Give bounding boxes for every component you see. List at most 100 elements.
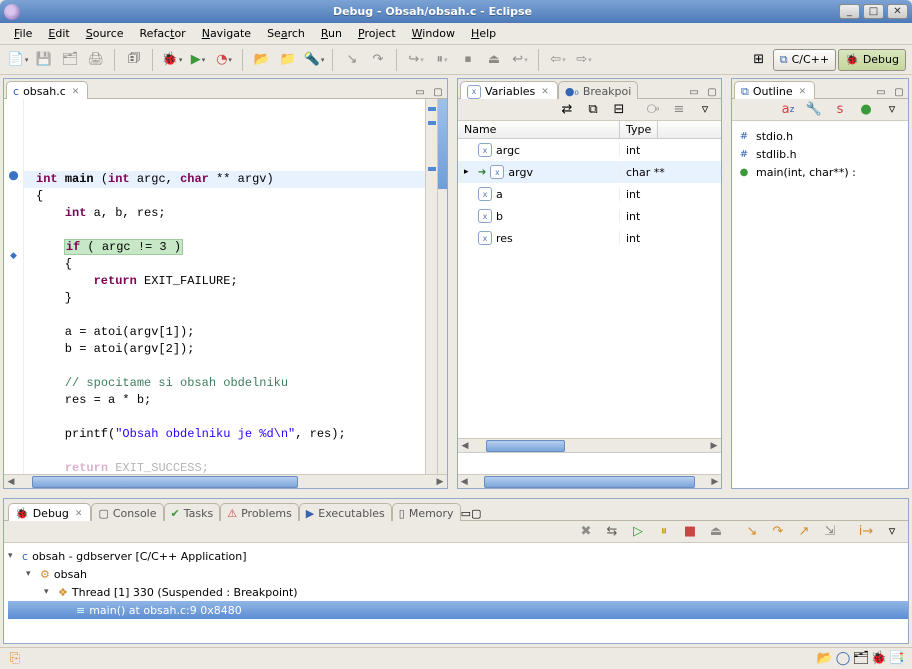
editor-maximize-icon[interactable]: ▢ xyxy=(429,87,447,98)
suspend-button[interactable]: ⏸ xyxy=(430,48,454,72)
perspective-debug[interactable]: 🐞Debug xyxy=(838,49,906,71)
outline-item[interactable]: #stdlib.h xyxy=(738,145,856,163)
tab-debug[interactable]: 🐞Debug✕ xyxy=(8,503,91,521)
menu-edit[interactable]: Edit xyxy=(40,24,77,43)
tab-outline-close-icon[interactable]: ✕ xyxy=(797,87,809,97)
instruction-step-button[interactable]: i→ xyxy=(854,520,878,544)
editor-hscrollbar[interactable]: ◀▶ xyxy=(4,474,447,488)
resume-debug-button[interactable]: ▷ xyxy=(626,520,650,544)
step-return-button2[interactable]: ↗ xyxy=(792,520,816,544)
drop-to-frame-button[interactable]: ⇲ xyxy=(818,520,842,544)
toggle-breakpoint-button[interactable]: 🗊 xyxy=(122,48,146,72)
tab-tasks[interactable]: ✔Tasks xyxy=(164,503,221,521)
menu-run[interactable]: Run xyxy=(313,24,350,43)
variable-row[interactable]: xargcint xyxy=(458,139,721,161)
close-button[interactable]: ✕ xyxy=(887,4,908,19)
editor-tab-close-icon[interactable]: ✕ xyxy=(70,87,82,97)
debug-thread-row[interactable]: ▾❖Thread [1] 330 (Suspended : Breakpoint… xyxy=(8,583,908,601)
variables-hscrollbar[interactable]: ◀▶ xyxy=(458,438,721,452)
variable-row[interactable]: xbint xyxy=(458,205,721,227)
back-button[interactable]: ⇦ xyxy=(546,48,570,72)
vars-tool-5[interactable]: ≡ xyxy=(667,98,691,122)
variables-maximize-icon[interactable]: ▢ xyxy=(703,87,721,98)
profile-button[interactable]: ◔ xyxy=(212,48,236,72)
perspective-cpp[interactable]: ⧉C/C++ xyxy=(773,49,836,71)
editor-gutter[interactable]: ⬤ ◆ xyxy=(4,99,24,474)
menu-file[interactable]: File xyxy=(6,24,40,43)
col-type[interactable]: Type xyxy=(620,121,658,138)
status-icon-2[interactable]: ◯ xyxy=(834,651,852,666)
tab-executables[interactable]: ▶Executables xyxy=(299,503,392,521)
save-all-button[interactable]: 🗂 xyxy=(58,48,82,72)
status-icon-4[interactable]: 🐞 xyxy=(870,651,888,666)
variable-row[interactable]: xresint xyxy=(458,227,721,249)
open-element-button[interactable]: 📁 xyxy=(276,48,300,72)
search-button[interactable]: 🔦 xyxy=(302,48,326,72)
hide-fields-button[interactable]: 🔧 xyxy=(802,98,826,122)
collapse-all-button[interactable]: ⧉ xyxy=(581,98,605,122)
terminate-debug-button[interactable]: ■ xyxy=(678,520,702,544)
open-type-button[interactable]: 📂 xyxy=(250,48,274,72)
menu-help[interactable]: Help xyxy=(463,24,504,43)
detail-hscrollbar[interactable]: ◀▶ xyxy=(458,474,721,488)
variable-row[interactable]: xaint xyxy=(458,183,721,205)
variable-row[interactable]: ▸➔xargvchar ** xyxy=(458,161,721,183)
vars-tool-4[interactable]: ⧂ xyxy=(641,98,665,122)
step-into-button2[interactable]: ↘ xyxy=(740,520,764,544)
outline-item[interactable]: ●main(int, char**) : xyxy=(738,163,856,181)
debug-button[interactable]: 🐞 xyxy=(160,48,184,72)
tab-variables[interactable]: x Variables ✕ xyxy=(460,81,558,99)
editor-tab-obsah[interactable]: c obsah.c ✕ xyxy=(6,81,88,99)
outline-item[interactable]: #stdio.h xyxy=(738,127,856,145)
remove-terminated-button[interactable]: ✖ xyxy=(574,520,598,544)
tab-breakpoints[interactable]: ●₀ Breakpoi xyxy=(558,81,639,99)
variables-body[interactable]: xargcint▸➔xargvchar **xaintxbintxresint xyxy=(458,139,721,438)
tab-outline[interactable]: ⧉ Outline ✕ xyxy=(734,81,815,99)
breakpoint-marker-icon[interactable]: ⬤ xyxy=(4,171,23,181)
run-button[interactable]: ▶ xyxy=(186,48,210,72)
disconnect-button[interactable]: ⏏ xyxy=(482,48,506,72)
menu-source[interactable]: Source xyxy=(78,24,132,43)
terminate-button[interactable]: ⏹ xyxy=(456,48,480,72)
sort-button[interactable]: az xyxy=(776,98,800,122)
tab-problems[interactable]: ⚠Problems xyxy=(220,503,299,521)
status-icon-1[interactable]: 📂 xyxy=(816,651,834,666)
col-name[interactable]: Name xyxy=(458,121,620,138)
debug-minimize-icon[interactable]: ▭ xyxy=(461,507,471,520)
debug-frame-row[interactable]: ≡main() at obsah.c:9 0x8480 xyxy=(8,601,908,619)
save-button[interactable]: 💾 xyxy=(32,48,56,72)
step-over-button[interactable]: ↷ xyxy=(366,48,390,72)
menu-search[interactable]: Search xyxy=(259,24,313,43)
step-return-button[interactable]: ↩ xyxy=(508,48,532,72)
outline-maximize-icon[interactable]: ▢ xyxy=(890,87,908,98)
print-button[interactable]: 🖨 xyxy=(84,48,108,72)
resume-button[interactable]: ↪ xyxy=(404,48,428,72)
tab-console[interactable]: ▢Console xyxy=(91,503,163,521)
outline-menu-icon[interactable]: ▿ xyxy=(880,98,904,122)
status-icon-5[interactable]: 📑 xyxy=(888,651,906,666)
outline-body[interactable]: #stdio.h#stdlib.h●main(int, char**) : xyxy=(732,121,862,488)
forward-button[interactable]: ⇨ xyxy=(572,48,596,72)
variables-minimize-icon[interactable]: ▭ xyxy=(685,87,703,98)
minimize-button[interactable]: _ xyxy=(839,4,860,19)
debug-process-row[interactable]: ▾⚙obsah xyxy=(8,565,908,583)
maximize-button[interactable]: □ xyxy=(863,4,884,19)
tab-debug-close-icon[interactable]: ✕ xyxy=(73,509,85,519)
menu-refactor[interactable]: Refactor xyxy=(132,24,194,43)
status-icon-3[interactable]: 🗂 xyxy=(852,651,870,666)
status-left-icon[interactable]: ⎘ xyxy=(6,651,24,666)
tab-memory[interactable]: ▯Memory xyxy=(392,503,461,521)
menu-window[interactable]: Window xyxy=(404,24,463,43)
step-over-button2[interactable]: ↷ xyxy=(766,520,790,544)
new-button[interactable]: 📄 xyxy=(6,48,30,72)
menu-project[interactable]: Project xyxy=(350,24,404,43)
add-global-button[interactable]: ⊟ xyxy=(607,98,631,122)
debug-maximize-icon[interactable]: ▢ xyxy=(471,507,481,520)
vars-menu-icon[interactable]: ▿ xyxy=(693,98,717,122)
editor-minimize-icon[interactable]: ▭ xyxy=(411,87,429,98)
connect-button[interactable]: ⇆ xyxy=(600,520,624,544)
suspend-debug-button[interactable]: ⏸ xyxy=(652,520,676,544)
show-type-names-button[interactable]: ⇄ xyxy=(555,98,579,122)
overview-ruler[interactable] xyxy=(425,99,437,474)
step-into-button[interactable]: ↘ xyxy=(340,48,364,72)
